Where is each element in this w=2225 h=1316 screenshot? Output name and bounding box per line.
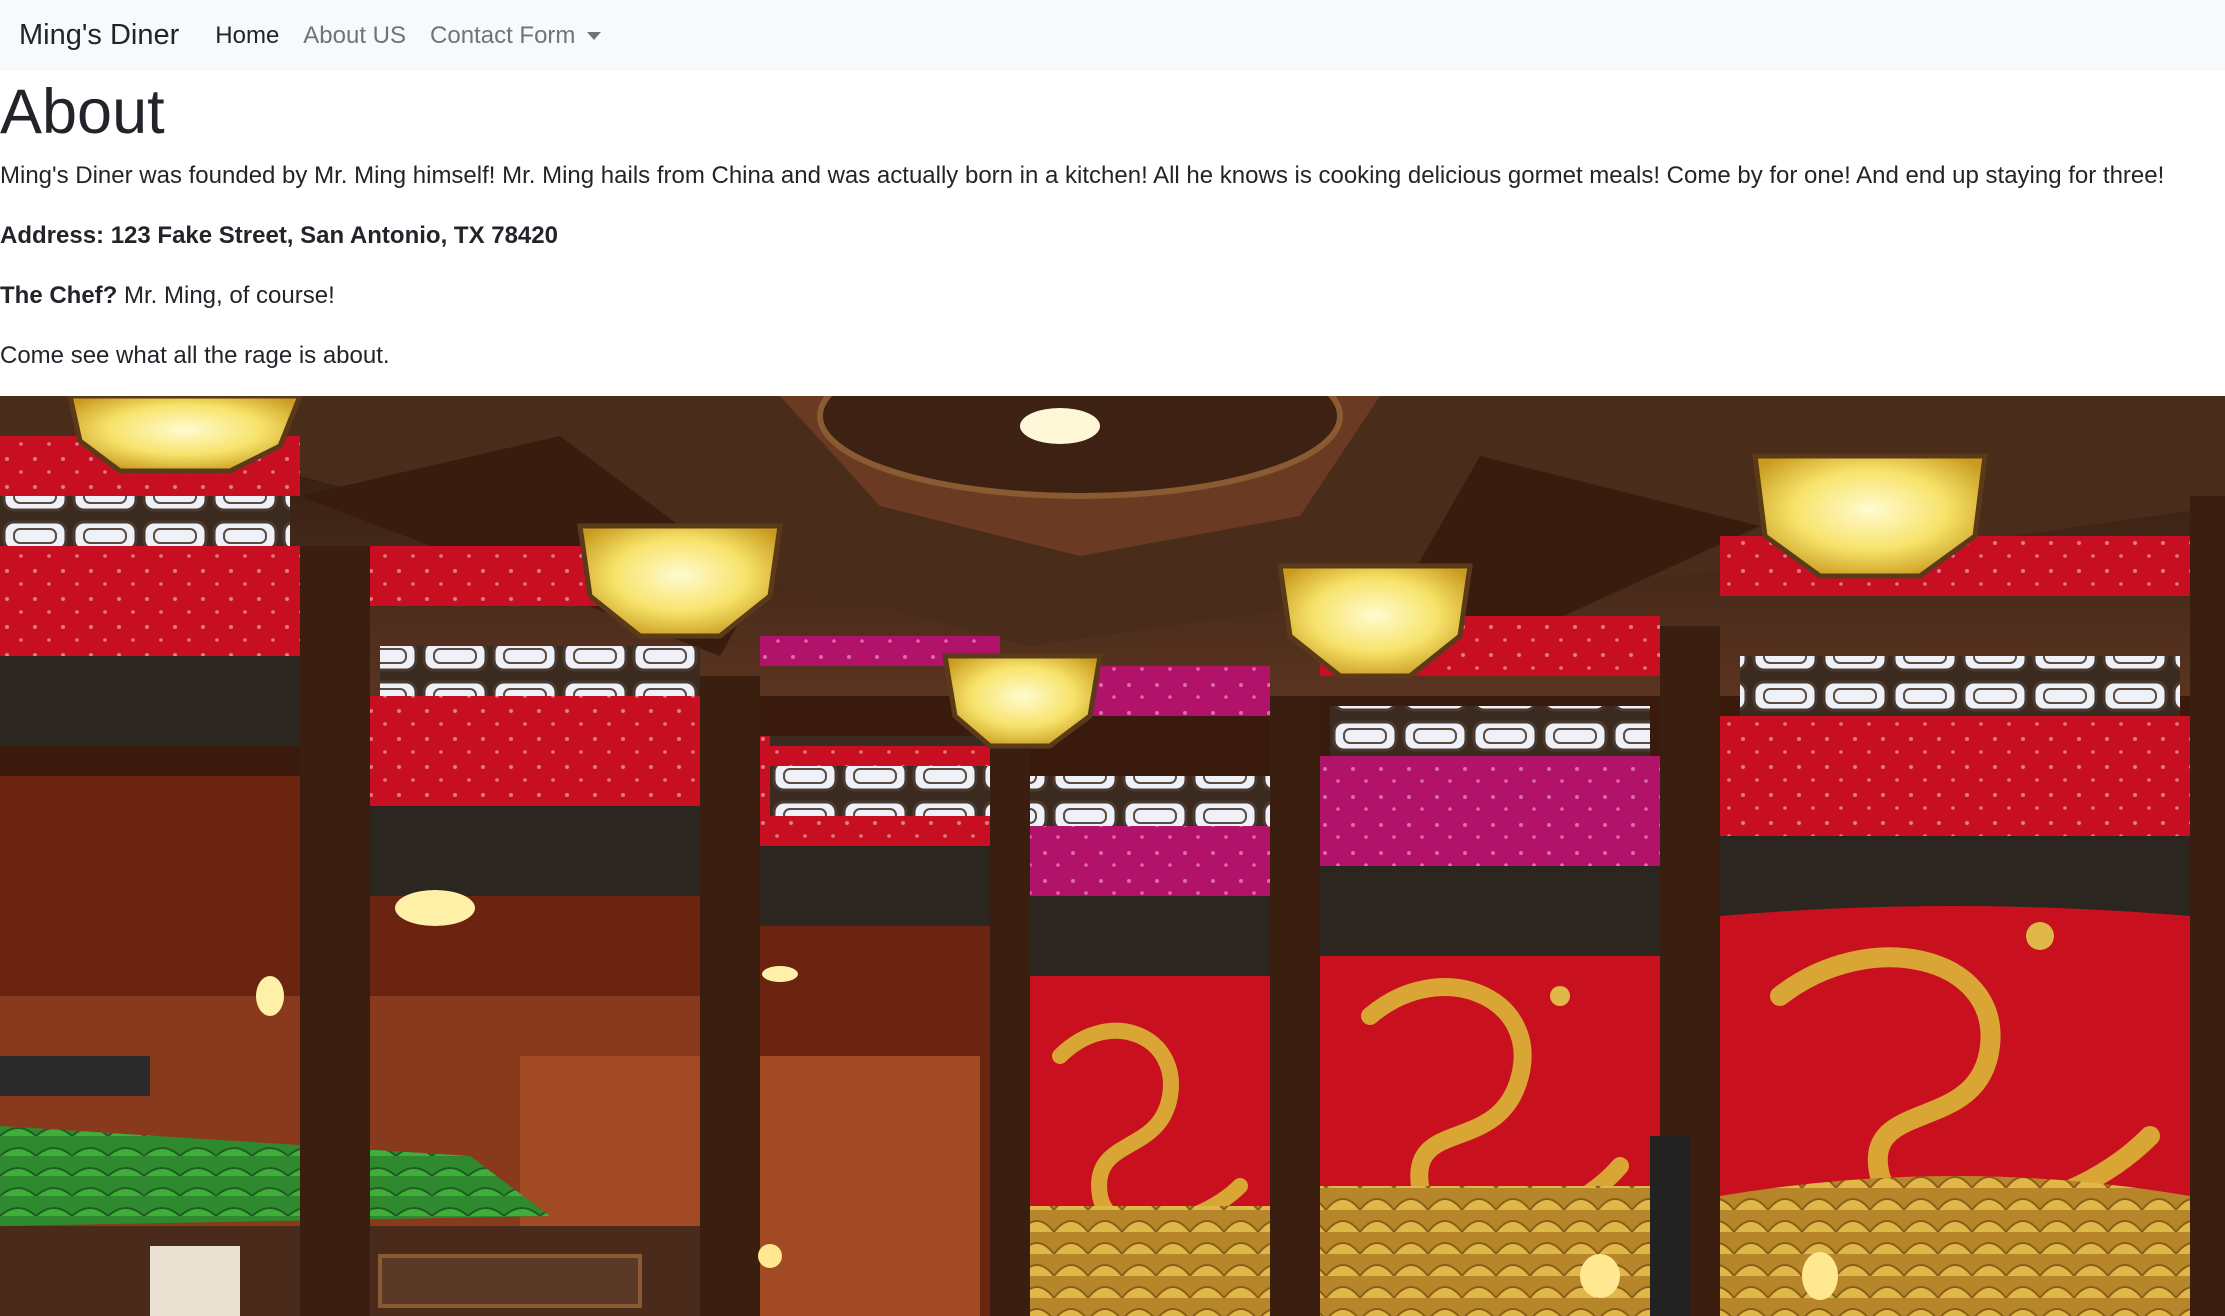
- nav-contact-dropdown[interactable]: Contact Form: [430, 21, 602, 50]
- chef-text: The Chef? Mr. Ming, of course!: [0, 281, 335, 311]
- nav-about-link[interactable]: About US: [303, 22, 406, 50]
- chef-value: Mr. Ming, of course!: [117, 282, 335, 309]
- closing-text: Come see what all the rage is about.: [0, 342, 390, 369]
- nav-contact-label: Contact Form: [430, 21, 576, 49]
- about-intro-text: Ming's Diner was founded by Mr. Ming him…: [0, 162, 2165, 189]
- nav-home-link[interactable]: Home: [215, 22, 279, 50]
- chef-label: The Chef?: [0, 282, 118, 309]
- address-text: Address: 123 Fake Street, San Antonio, T…: [0, 222, 558, 249]
- restaurant-interior-photo: [0, 396, 2225, 1316]
- navbar-brand[interactable]: Ming's Diner: [19, 19, 179, 52]
- chevron-down-icon: [587, 31, 602, 40]
- navbar: Ming's Diner Home About US Contact Form: [0, 0, 2225, 71]
- page-title: About: [0, 77, 165, 147]
